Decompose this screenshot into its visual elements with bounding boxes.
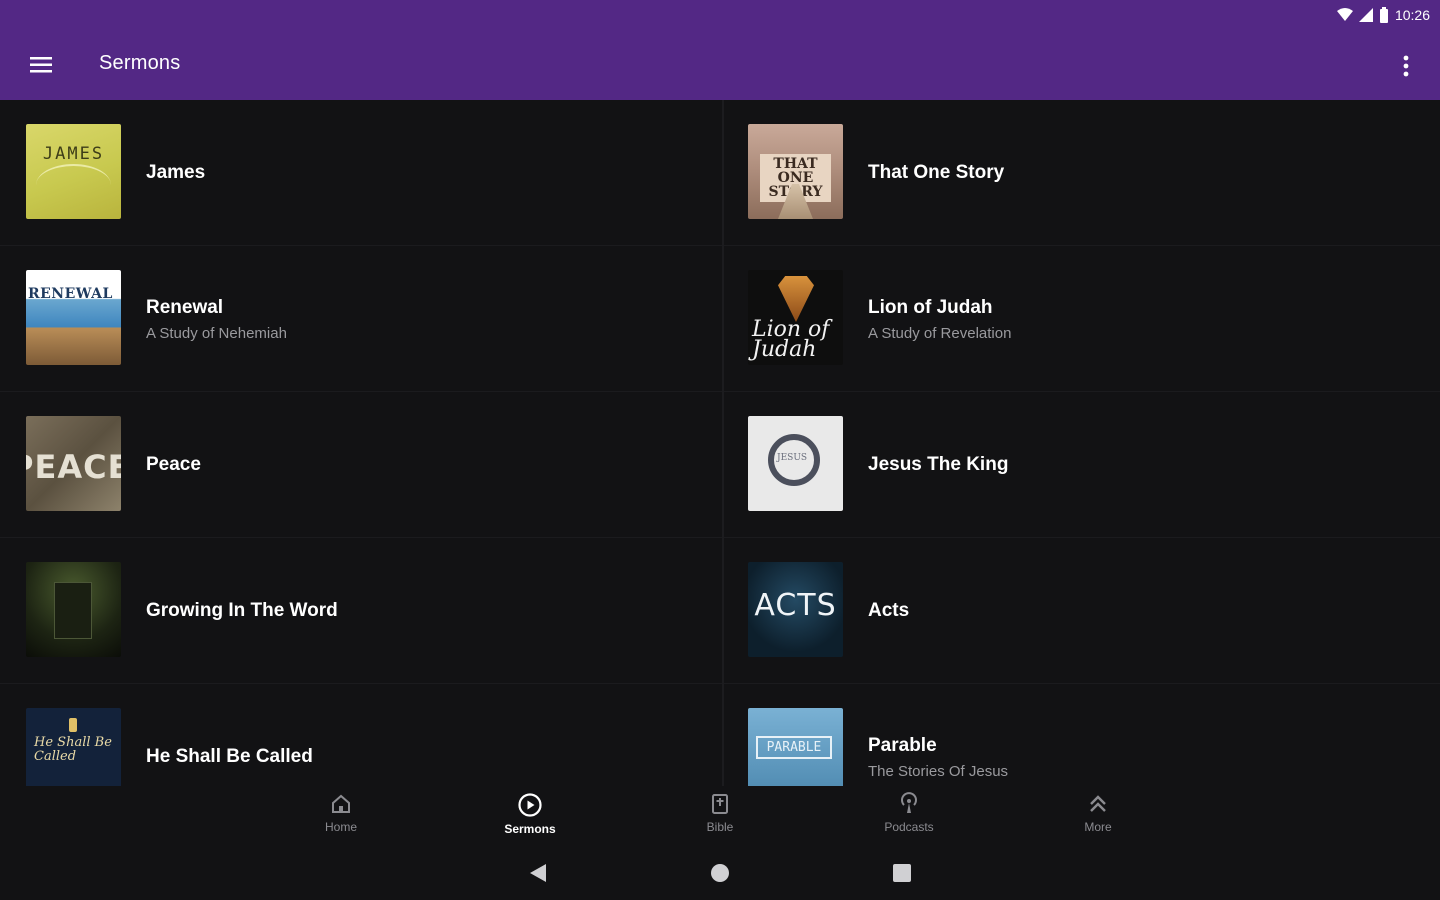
sermon-title: Parable <box>868 734 937 756</box>
nav-label: Podcasts <box>884 820 934 834</box>
nav-label: Bible <box>706 820 734 834</box>
app-bar: Sermons <box>0 30 1440 100</box>
thumbnail-text: RENEWAL <box>28 286 113 302</box>
sermon-thumbnail: Lion of Judah <box>748 270 843 365</box>
menu-button[interactable] <box>28 52 54 78</box>
nav-item-home[interactable]: Home <box>286 792 396 834</box>
overflow-menu-button[interactable] <box>1392 52 1420 80</box>
system-navigation-bar <box>0 848 1440 900</box>
nav-item-podcasts[interactable]: Podcasts <box>854 792 964 834</box>
sermon-title: Lion of Judah <box>868 296 993 318</box>
sermon-thumbnail: JESUS <box>748 416 843 511</box>
nav-label: More <box>1084 820 1112 834</box>
sermon-subtitle: A Study of Revelation <box>868 324 1012 342</box>
sermon-grid: JAMES James RENEWAL Renewal A Study of N… <box>0 100 1440 786</box>
system-back-button[interactable] <box>528 862 548 889</box>
sermon-item-growing-in-the-word[interactable]: Growing In The Word <box>0 538 722 684</box>
podcast-icon <box>901 792 917 813</box>
page-title: Sermons <box>99 52 181 74</box>
sermon-thumbnail: He Shall Be Called <box>26 708 121 786</box>
sermon-item-james[interactable]: JAMES James <box>0 100 722 246</box>
thumbnail-text: PARABLE <box>756 736 832 759</box>
thumbnail-text: JAMES <box>42 144 105 164</box>
cell-signal-icon <box>1358 8 1373 22</box>
sermon-item-peace[interactable]: PEACE Peace <box>0 392 722 538</box>
nav-label: Home <box>324 820 357 834</box>
sermon-column-left: JAMES James RENEWAL Renewal A Study of N… <box>0 100 722 786</box>
status-bar: 10:26 <box>0 0 1440 30</box>
chevron-up-double-icon <box>1090 795 1106 812</box>
home-icon <box>332 794 350 813</box>
thumbnail-decoration <box>69 718 77 732</box>
sermon-thumbnail: RENEWAL <box>26 270 121 365</box>
sermon-thumbnail: PEACE <box>26 416 121 511</box>
sermon-item-renewal[interactable]: RENEWAL Renewal A Study of Nehemiah <box>0 246 722 392</box>
sermon-item-parable[interactable]: PARABLE Parable The Stories Of Jesus <box>724 684 1440 786</box>
bottom-navigation: Home Sermons Bible Podcasts More <box>0 786 1440 848</box>
thumbnail-text: JESUS <box>777 453 808 463</box>
thumbnail-text: ACTS <box>754 588 837 623</box>
status-time: 10:26 <box>1394 7 1430 23</box>
sermon-thumbnail: ACTS <box>748 562 843 657</box>
battery-icon <box>1379 7 1388 23</box>
more-vert-icon <box>1403 55 1409 77</box>
sermon-subtitle: A Study of Nehemiah <box>146 324 287 342</box>
sermon-item-acts[interactable]: ACTS Acts <box>724 538 1440 684</box>
nav-label: Sermons <box>504 822 556 836</box>
sermon-item-jesus-the-king[interactable]: JESUS Jesus The King <box>724 392 1440 538</box>
sermon-thumbnail: THAT ONE STORY <box>748 124 843 219</box>
sermon-column-right: THAT ONE STORY That One Story Lion of Ju… <box>722 100 1440 786</box>
recents-square-icon <box>893 864 911 882</box>
nav-item-more[interactable]: More <box>1043 792 1153 834</box>
nav-item-bible[interactable]: Bible <box>665 792 775 834</box>
sermon-subtitle: The Stories Of Jesus <box>868 762 1009 780</box>
hamburger-menu-icon <box>30 57 52 73</box>
sermon-thumbnail <box>26 562 121 657</box>
system-recents-button[interactable] <box>892 862 912 889</box>
lion-image <box>778 276 814 322</box>
sermon-item-that-one-story[interactable]: THAT ONE STORY That One Story <box>724 100 1440 246</box>
sermon-title: Peace <box>146 454 201 475</box>
home-circle-icon <box>711 864 729 882</box>
sermon-title: Acts <box>868 600 910 621</box>
thumbnail-text: Lion of Judah <box>752 317 830 362</box>
wifi-icon <box>1336 8 1353 21</box>
sermon-title: He Shall Be Called <box>146 746 313 767</box>
system-home-button[interactable] <box>710 862 730 889</box>
sermon-item-he-shall-be-called[interactable]: He Shall Be Called He Shall Be Called <box>0 684 722 786</box>
nav-item-sermons[interactable]: Sermons <box>475 792 585 836</box>
back-triangle-icon <box>530 864 546 882</box>
play-circle-icon <box>518 793 542 817</box>
sermon-title: Jesus The King <box>868 454 1009 475</box>
sermon-item-lion-of-judah[interactable]: Lion of Judah Lion of Judah A Study of R… <box>724 246 1440 392</box>
sermon-title: Growing In The Word <box>146 600 338 621</box>
thumbnail-decoration <box>36 164 111 206</box>
sermon-thumbnail: JAMES <box>26 124 121 219</box>
thumbnail-text: PEACE <box>26 448 121 486</box>
sermon-title: James <box>146 162 206 183</box>
thumbnail-decoration <box>54 582 92 639</box>
sermon-title: That One Story <box>868 162 1005 183</box>
sermon-title: Renewal <box>146 296 224 318</box>
thumbnail-text: He Shall Be Called <box>34 735 112 764</box>
bible-icon <box>712 794 728 814</box>
sermon-thumbnail: PARABLE <box>748 708 843 786</box>
